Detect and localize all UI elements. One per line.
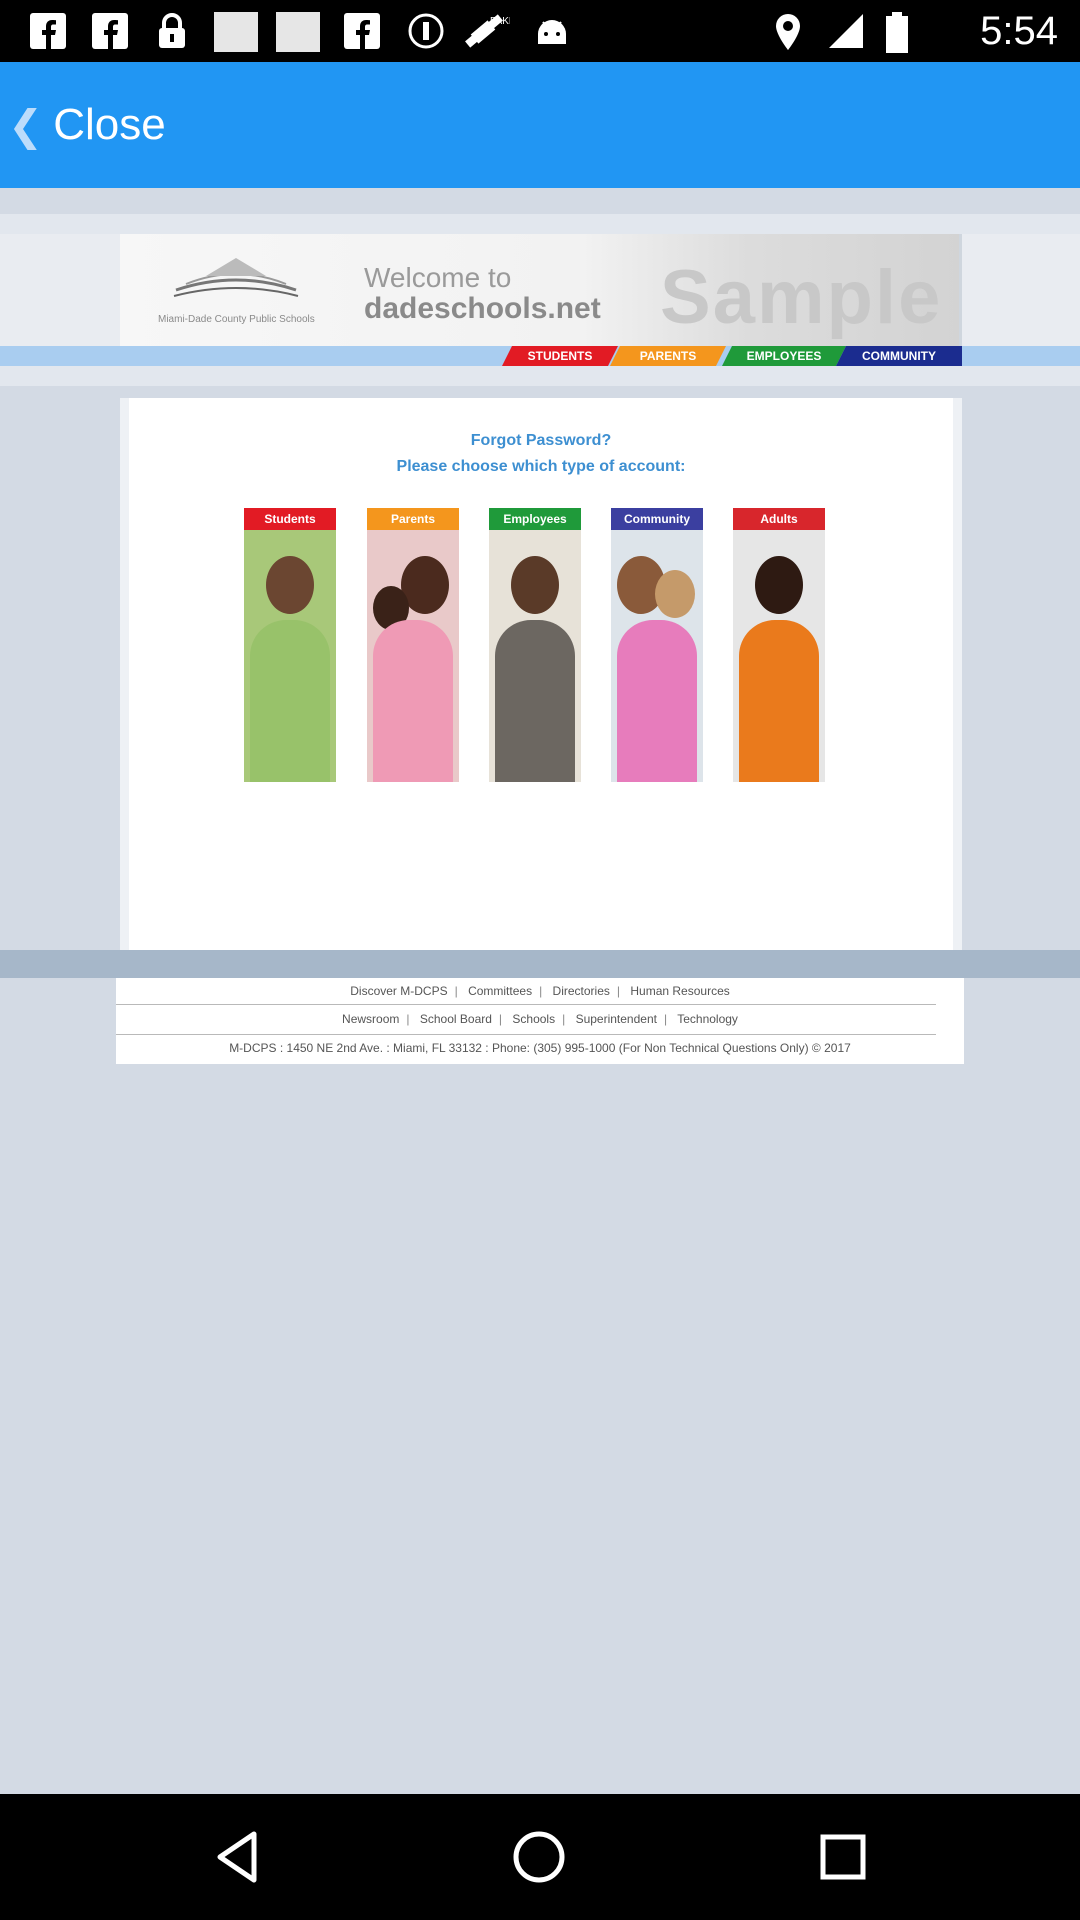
footer-link-human-resources[interactable]: Human Resources bbox=[630, 984, 729, 998]
status-bar: FAKE 5:54 bbox=[0, 0, 1080, 62]
account-card-label: Community bbox=[611, 508, 703, 530]
recents-square-icon[interactable] bbox=[810, 1824, 876, 1890]
footer-divider bbox=[116, 1034, 936, 1035]
header-bottom-band bbox=[0, 366, 1080, 386]
school-logo-icon bbox=[173, 258, 299, 297]
page-subtitle: Please choose which type of account: bbox=[396, 458, 686, 475]
logo-text: Miami-Dade County Public Schools bbox=[158, 314, 315, 325]
header-banner: Miami-Dade County Public Schools Welcome… bbox=[120, 234, 962, 346]
sample-watermark: Sample bbox=[660, 255, 943, 340]
footer-link-school-board[interactable]: School Board bbox=[420, 1012, 492, 1026]
footer-link-committees[interactable]: Committees bbox=[468, 984, 532, 998]
battery-icon bbox=[882, 12, 912, 53]
page-title: Forgot Password? bbox=[470, 432, 612, 449]
facebook-icon bbox=[342, 12, 382, 50]
account-card-label: Parents bbox=[367, 508, 459, 530]
footer-link-directories[interactable]: Directories bbox=[553, 984, 610, 998]
system-nav-bar bbox=[0, 1794, 1080, 1920]
home-circle-icon[interactable] bbox=[506, 1824, 572, 1890]
facebook-icon bbox=[28, 12, 68, 50]
nav-tab-community[interactable]: COMMUNITY bbox=[836, 346, 962, 366]
account-card-label: Adults bbox=[733, 508, 825, 530]
facebook-icon bbox=[90, 12, 130, 50]
signal-icon bbox=[826, 12, 866, 50]
content-bottom-band bbox=[0, 950, 1080, 978]
site-nav-strip: STUDENTS PARENTS EMPLOYEES COMMUNITY bbox=[0, 346, 1080, 366]
footer-link-superintendent[interactable]: Superintendent bbox=[576, 1012, 657, 1026]
site-header: Miami-Dade County Public Schools Welcome… bbox=[0, 234, 1080, 346]
parents-photo bbox=[367, 530, 459, 782]
info-icon bbox=[406, 12, 446, 50]
footer-links-row-2: Newsroom | School Board | Schools | Superin… bbox=[342, 1012, 738, 1026]
lock-icon bbox=[154, 12, 190, 50]
webview: Miami-Dade County Public Schools Welcome… bbox=[0, 188, 1080, 1794]
nav-tab-parents[interactable]: PARENTS bbox=[610, 346, 726, 366]
close-button[interactable]: ❮ Close bbox=[8, 92, 166, 158]
account-card-students[interactable]: Students bbox=[244, 508, 336, 782]
app-bar: ❮ Close bbox=[0, 62, 1080, 188]
account-card-label: Students bbox=[244, 508, 336, 530]
footer-link-discover[interactable]: Discover M-DCPS bbox=[350, 984, 447, 998]
footer-link-schools[interactable]: Schools bbox=[512, 1012, 555, 1026]
footer-link-technology[interactable]: Technology bbox=[677, 1012, 738, 1026]
close-label: Close bbox=[53, 100, 166, 149]
location-icon bbox=[770, 12, 806, 50]
satellite-icon: FAKE bbox=[464, 12, 516, 50]
account-card-label: Employees bbox=[489, 508, 581, 530]
chevron-left-icon: ❮ bbox=[8, 100, 44, 150]
account-card-employees[interactable]: Employees bbox=[489, 508, 581, 782]
footer-links-row-1: Discover M-DCPS | Committees | Directories… bbox=[350, 984, 730, 998]
back-triangle-icon[interactable] bbox=[206, 1824, 272, 1890]
footer-divider bbox=[116, 1004, 936, 1005]
welcome-line-1: Welcome to bbox=[364, 262, 512, 293]
header-top-band bbox=[0, 214, 1080, 234]
account-card-community[interactable]: Community bbox=[611, 508, 703, 782]
account-card-adults[interactable]: Adults bbox=[733, 508, 825, 782]
android-icon bbox=[532, 12, 572, 50]
clock: 5:54 bbox=[980, 9, 1058, 53]
svg-text:FAKE: FAKE bbox=[490, 16, 510, 27]
image-placeholder-icon bbox=[214, 12, 258, 52]
forgot-password-panel: Forgot Password? Please choose which typ… bbox=[120, 398, 962, 950]
nav-tab-students[interactable]: STUDENTS bbox=[502, 346, 618, 366]
account-card-parents[interactable]: Parents bbox=[367, 508, 459, 782]
image-placeholder-icon bbox=[276, 12, 320, 52]
footer-address: M-DCPS : 1450 NE 2nd Ave. : Miami, FL 33… bbox=[229, 1041, 851, 1055]
community-photo bbox=[611, 530, 703, 782]
welcome-line-2: dadeschools.net bbox=[364, 292, 601, 325]
footer-link-newsroom[interactable]: Newsroom bbox=[342, 1012, 399, 1026]
employees-photo bbox=[489, 530, 581, 782]
site-footer: Discover M-DCPS | Committees | Directories… bbox=[116, 978, 964, 1064]
adults-photo bbox=[733, 530, 825, 782]
students-photo bbox=[244, 530, 336, 782]
nav-tab-employees[interactable]: EMPLOYEES bbox=[722, 346, 846, 366]
